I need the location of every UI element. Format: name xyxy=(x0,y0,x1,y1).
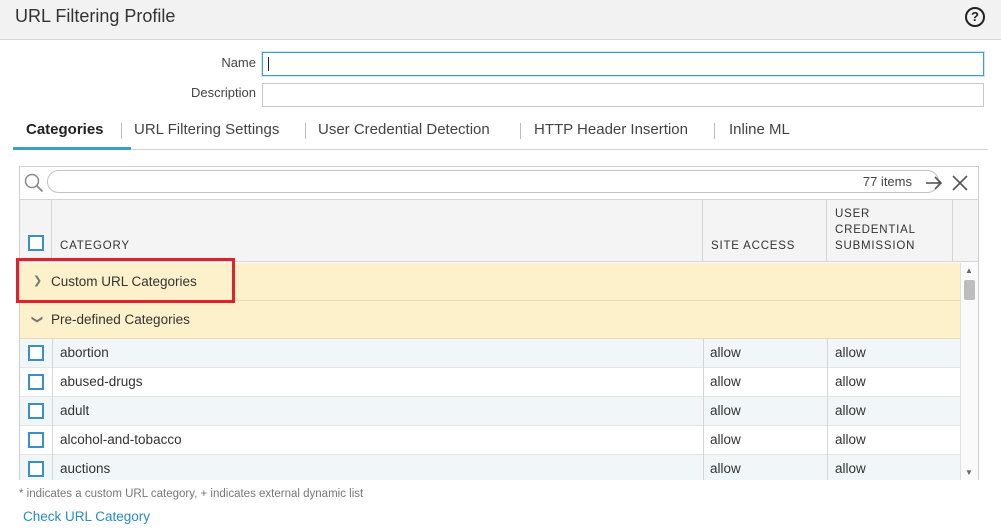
tab-separator xyxy=(121,123,122,139)
profile-tabs: Categories URL Filtering Settings User C… xyxy=(13,118,988,150)
site-access-cell[interactable]: allow xyxy=(710,455,741,480)
row-checkbox[interactable] xyxy=(28,432,44,448)
site-access-cell[interactable]: allow xyxy=(710,426,741,454)
items-count: 77 items xyxy=(862,174,912,189)
chevron-down-icon[interactable]: ❯ xyxy=(31,315,44,324)
dialog-titlebar: URL Filtering Profile ? xyxy=(0,0,1001,40)
table-row[interactable]: auctions allow allow xyxy=(20,455,960,480)
category-cell: auctions xyxy=(60,461,111,476)
row-checkbox[interactable] xyxy=(28,461,44,477)
name-input[interactable] xyxy=(262,52,984,76)
category-column-header[interactable]: CATEGORY xyxy=(52,200,703,262)
active-tab-indicator xyxy=(13,147,131,150)
category-cell: alcohol-and-tobacco xyxy=(60,432,182,447)
tab-inline-ml[interactable]: Inline ML xyxy=(729,121,790,138)
arrow-right-icon[interactable] xyxy=(924,173,944,193)
row-checkbox[interactable] xyxy=(28,345,44,361)
user-credential-header-label: USER CREDENTIAL SUBMISSION xyxy=(835,208,916,252)
text-cursor xyxy=(268,57,269,71)
user-credential-cell[interactable]: allow xyxy=(835,368,866,396)
table-row[interactable]: alcohol-and-tobacco allow allow xyxy=(20,426,960,455)
user-credential-column-header[interactable]: USER CREDENTIAL SUBMISSION xyxy=(827,200,953,262)
tab-http-header-insertion[interactable]: HTTP Header Insertion xyxy=(534,121,688,138)
row-checkbox[interactable] xyxy=(28,403,44,419)
site-access-column-header[interactable]: SITE ACCESS xyxy=(703,200,827,262)
column-divider xyxy=(52,339,53,480)
help-icon[interactable]: ? xyxy=(965,7,985,27)
highlight-annotation xyxy=(16,258,235,303)
tab-separator xyxy=(305,123,306,139)
filter-bar: 77 items xyxy=(20,167,978,200)
categories-grid: 77 items CATEGORY SITE ACCESS USER CREDE… xyxy=(19,166,979,480)
dialog-title: URL Filtering Profile xyxy=(15,6,176,26)
tab-separator xyxy=(520,123,521,139)
description-label: Description xyxy=(190,85,256,100)
tab-url-filtering-settings[interactable]: URL Filtering Settings xyxy=(134,121,279,138)
user-credential-cell[interactable]: allow xyxy=(835,397,866,425)
group-label-predefined: Pre-defined Categories xyxy=(51,312,190,327)
column-divider xyxy=(703,339,704,480)
tab-separator xyxy=(714,123,715,139)
select-all-checkbox[interactable] xyxy=(28,235,44,251)
table-row[interactable]: adult allow allow xyxy=(20,397,960,426)
user-credential-cell[interactable]: allow xyxy=(835,339,866,367)
scroll-up-icon[interactable]: ▲ xyxy=(965,266,973,275)
scroll-thumb[interactable] xyxy=(964,280,975,300)
footnote: * indicates a custom URL category, + ind… xyxy=(19,488,364,500)
scroll-down-icon[interactable]: ▼ xyxy=(965,468,973,477)
column-divider xyxy=(827,339,828,480)
select-all-cell xyxy=(20,200,52,262)
user-credential-cell[interactable]: allow xyxy=(835,426,866,454)
category-cell: abused-drugs xyxy=(60,374,143,389)
tab-user-credential-detection[interactable]: User Credential Detection xyxy=(318,121,490,138)
tab-categories[interactable]: Categories xyxy=(26,121,104,138)
category-cell: abortion xyxy=(60,345,109,360)
table-header: CATEGORY SITE ACCESS USER CREDENTIAL SUB… xyxy=(20,200,978,262)
description-input[interactable] xyxy=(262,83,984,107)
filter-input[interactable] xyxy=(47,170,939,193)
vertical-scrollbar[interactable]: ▲ ▼ xyxy=(960,263,978,480)
row-checkbox[interactable] xyxy=(28,374,44,390)
category-cell: adult xyxy=(60,403,90,418)
tabs-divider xyxy=(13,149,988,150)
close-icon[interactable] xyxy=(950,173,970,193)
site-access-cell[interactable]: allow xyxy=(710,368,741,396)
table-row[interactable]: abused-drugs allow allow xyxy=(20,368,960,397)
search-icon xyxy=(24,173,44,193)
name-label: Name xyxy=(221,55,256,70)
table-row[interactable]: abortion allow allow xyxy=(20,339,960,368)
user-credential-cell[interactable]: allow xyxy=(835,455,866,480)
site-access-header-label: SITE ACCESS xyxy=(711,240,796,252)
site-access-cell[interactable]: allow xyxy=(710,397,741,425)
check-url-category-link[interactable]: Check URL Category xyxy=(23,509,150,524)
group-row-predefined[interactable]: ❯ Pre-defined Categories xyxy=(20,301,960,339)
site-access-cell[interactable]: allow xyxy=(710,339,741,367)
category-header-label: CATEGORY xyxy=(60,240,130,252)
